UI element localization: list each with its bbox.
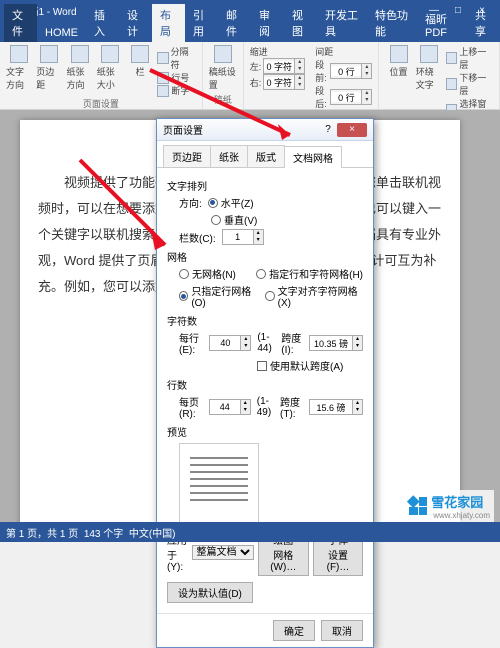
checkbox-icon (257, 361, 267, 371)
direction-label: 方向: (179, 195, 202, 210)
spacing-after-label: 段后: (315, 84, 328, 110)
radio-line-char-grid[interactable]: 指定行和字符网格(H) (256, 266, 363, 281)
size-icon (101, 45, 119, 63)
size-button[interactable]: 纸张大小 (97, 45, 123, 97)
set-default-button[interactable]: 设为默认值(D) (167, 582, 253, 603)
cancel-button[interactable]: 取消 (321, 620, 363, 641)
radio-icon (208, 198, 218, 208)
send-backward-icon (446, 78, 457, 90)
margins-button[interactable]: 页边距 (36, 45, 62, 97)
spacing-before-label: 段前: (315, 58, 328, 84)
preview-box (179, 443, 259, 523)
chars-range: (1-44) (257, 332, 275, 354)
tab-layout[interactable]: 布局 (152, 4, 185, 42)
tab-review[interactable]: 审阅 (251, 4, 284, 42)
chars-per-line-spinner[interactable]: ▴▾ (209, 335, 251, 351)
spacing-after-spinner[interactable]: ▴▾ (330, 89, 372, 105)
dialog-body: 文字排列 方向: 水平(Z) 垂直(V) 栏数(C): ▴▾ 网格 无网格(N)… (157, 168, 373, 613)
tab-special[interactable]: 特色功能 (367, 4, 417, 42)
chars-per-line-label: 每行(E): (179, 330, 203, 356)
tab-view[interactable]: 视图 (284, 4, 317, 42)
page-setup-dialog: 页面设置 ? × 页边距 纸张 版式 文档网格 文字排列 方向: 水平(Z) 垂… (156, 118, 374, 648)
status-bar: 第 1 页，共 1 页 143 个字 中文(中国) (0, 522, 500, 542)
ok-button[interactable]: 确定 (273, 620, 315, 641)
columns-label: 栏数(C): (179, 230, 216, 245)
tab-references[interactable]: 引用 (185, 4, 218, 42)
wrap-icon (420, 45, 438, 63)
spacing-before-spinner[interactable]: ▴▾ (330, 63, 372, 79)
char-pitch-label: 跨度(I): (281, 330, 303, 356)
radio-line-only-grid[interactable]: 只指定行网格(O) (179, 283, 259, 309)
bring-forward-icon (446, 52, 457, 64)
section-text-arrange: 文字排列 (167, 178, 363, 193)
radio-icon (179, 269, 189, 279)
radio-icon (179, 291, 188, 301)
dialog-help-button[interactable]: ? (319, 124, 337, 135)
indent-title: 缩进 (250, 45, 306, 58)
send-backward-button[interactable]: 下移一层 (446, 71, 493, 97)
lines-per-page-spinner[interactable]: ▴▾ (209, 399, 251, 415)
share-button[interactable]: 共享 (467, 4, 500, 42)
orientation-icon (71, 45, 89, 63)
margins-icon (40, 45, 58, 63)
annotation-arrow-2 (70, 150, 180, 265)
ribbon-tabs: 文件 HOME 插入 设计 布局 引用 邮件 审阅 视图 开发工具 特色功能 福… (0, 20, 500, 42)
tab-insert[interactable]: 插入 (86, 4, 119, 42)
columns-spinner[interactable]: ▴▾ (222, 229, 264, 245)
section-lines: 行数 (167, 377, 363, 392)
tab-developer[interactable]: 开发工具 (317, 4, 367, 42)
char-pitch-spinner[interactable]: ▴▾ (309, 335, 363, 351)
watermark-url: www.xhjaty.com (433, 511, 490, 520)
orientation-button[interactable]: 纸张方向 (67, 45, 93, 97)
group-arrange: 位置 环绕文字 上移一层 下移一层 选择窗格 排列 (379, 42, 500, 109)
radio-no-grid[interactable]: 无网格(N) (179, 266, 236, 281)
radio-horizontal[interactable]: 水平(Z) (208, 195, 254, 210)
section-grid: 网格 (167, 249, 363, 264)
dialog-footer: 确定 取消 (157, 613, 373, 647)
radio-icon (256, 269, 266, 279)
spacing-title: 间距 (315, 45, 372, 58)
line-pitch-spinner[interactable]: ▴▾ (309, 399, 363, 415)
bring-forward-button[interactable]: 上移一层 (446, 45, 493, 71)
text-direction-icon (10, 45, 28, 63)
section-chars: 字符数 (167, 313, 363, 328)
tab-design[interactable]: 设计 (119, 4, 152, 42)
watermark: 雪花家园 www.xhjaty.com (405, 490, 494, 522)
line-pitch-label: 跨度(T): (280, 394, 303, 420)
text-direction-button[interactable]: 文字方向 (6, 45, 32, 97)
tab-home[interactable]: HOME (37, 24, 86, 42)
radio-vertical[interactable]: 垂直(V) (211, 212, 257, 227)
position-icon (390, 45, 408, 63)
radio-align-char-grid[interactable]: 文字对齐字符网格(X) (265, 283, 363, 309)
dialog-close-button[interactable]: × (337, 123, 367, 137)
lines-per-page-label: 每页(R): (179, 394, 203, 420)
annotation-arrow-1 (140, 60, 310, 155)
radio-icon (265, 291, 274, 301)
watermark-name: 雪花家园 (431, 492, 490, 511)
status-language[interactable]: 中文(中国) (129, 525, 176, 540)
radio-icon (211, 215, 221, 225)
tab-file[interactable]: 文件 (4, 4, 37, 42)
tab-mailings[interactable]: 邮件 (218, 4, 251, 42)
status-words[interactable]: 143 个字 (84, 525, 123, 540)
tab-foxit[interactable]: 福昕PDF (417, 8, 467, 42)
checkbox-default-pitch[interactable]: 使用默认跨度(A) (257, 358, 343, 373)
section-preview: 预览 (167, 424, 363, 439)
status-page[interactable]: 第 1 页，共 1 页 (6, 525, 78, 540)
apply-select[interactable]: 整篇文档 (192, 545, 254, 560)
lines-range: (1-49) (257, 396, 274, 418)
watermark-logo-icon (409, 497, 427, 515)
